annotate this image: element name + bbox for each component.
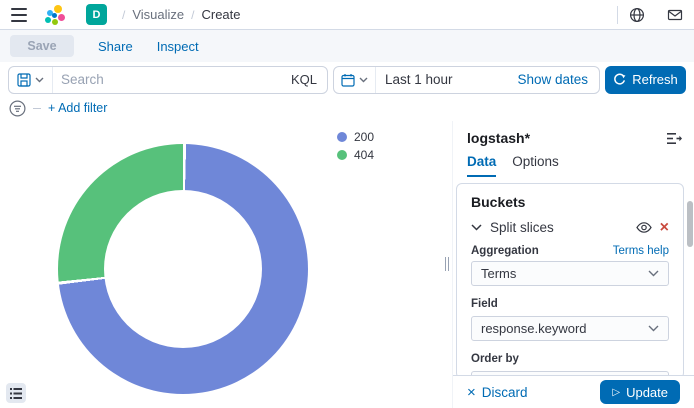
toggle-visibility-button[interactable] bbox=[636, 222, 652, 233]
chevron-down-icon bbox=[648, 325, 659, 332]
chevron-down-icon bbox=[35, 77, 44, 83]
tab-options[interactable]: Options bbox=[512, 154, 559, 177]
buckets-card: Buckets Split slices × bbox=[456, 183, 684, 379]
buckets-title: Buckets bbox=[471, 194, 669, 210]
chevron-down-icon[interactable] bbox=[471, 224, 482, 231]
newsfeed-button[interactable] bbox=[656, 0, 694, 29]
space-badge[interactable]: D bbox=[86, 4, 107, 25]
field-select[interactable]: response.keyword bbox=[471, 316, 669, 341]
collapse-panel-button[interactable] bbox=[667, 132, 682, 145]
eye-icon bbox=[636, 222, 652, 233]
legend-item[interactable]: 200 bbox=[337, 130, 374, 144]
close-icon: × bbox=[660, 222, 669, 234]
aggregation-value: Terms bbox=[481, 266, 648, 281]
vis-editor-panel: logstash* Data Options Buckets bbox=[452, 121, 694, 408]
update-button[interactable]: ▷ Update bbox=[600, 380, 680, 404]
legend-toggle-button[interactable] bbox=[6, 383, 26, 403]
visualize-toolbar: Save Share Inspect bbox=[0, 30, 694, 62]
chart-area: 200404 bbox=[0, 121, 452, 408]
play-icon: ▷ bbox=[612, 387, 620, 398]
menu-icon[interactable] bbox=[0, 0, 38, 29]
save-query-icon bbox=[17, 73, 31, 87]
breadcrumb-create: Create bbox=[201, 7, 240, 22]
panel-resizer-handle[interactable] bbox=[441, 256, 452, 272]
elastic-logo[interactable] bbox=[38, 0, 72, 29]
editor-tabs: Data Options bbox=[453, 146, 694, 177]
query-bar: KQL bbox=[8, 66, 328, 94]
kibana-visualize-app: D / Visualize / Create bbox=[0, 0, 694, 408]
header-right bbox=[617, 0, 694, 29]
list-icon bbox=[10, 388, 22, 399]
legend-label: 200 bbox=[354, 130, 374, 144]
save-button[interactable]: Save bbox=[10, 35, 74, 57]
search-input[interactable] bbox=[53, 72, 281, 87]
field-value: response.keyword bbox=[481, 321, 648, 336]
breadcrumb: Visualize / Create bbox=[132, 7, 240, 22]
remove-bucket-button[interactable]: × bbox=[660, 222, 669, 234]
donut-chart[interactable] bbox=[58, 144, 308, 394]
panel-scrollbar[interactable] bbox=[687, 201, 693, 247]
share-button[interactable]: Share bbox=[98, 39, 133, 54]
legend-dot-icon bbox=[337, 132, 347, 142]
saved-query-menu-button[interactable] bbox=[9, 67, 53, 93]
index-pattern-title: logstash* bbox=[467, 130, 530, 146]
filter-menu-icon bbox=[9, 100, 26, 117]
aggregation-select[interactable]: Terms bbox=[471, 261, 669, 286]
aggregation-label: Aggregation bbox=[471, 245, 539, 257]
aggregation-label-row: Aggregation Terms help bbox=[471, 245, 669, 257]
discard-button[interactable]: × Discard bbox=[467, 384, 528, 401]
breadcrumb-separator: / bbox=[122, 8, 125, 22]
editor-panel-header: logstash* bbox=[453, 121, 694, 146]
chevron-down-icon bbox=[648, 270, 659, 277]
discard-label: Discard bbox=[482, 385, 528, 400]
tab-data[interactable]: Data bbox=[467, 154, 496, 177]
close-icon: × bbox=[467, 384, 476, 401]
legend-item[interactable]: 404 bbox=[337, 148, 374, 162]
donut-hole bbox=[104, 190, 262, 348]
legend-label: 404 bbox=[354, 148, 374, 162]
chevron-down-icon bbox=[359, 77, 368, 83]
order-by-label: Order by bbox=[471, 353, 519, 365]
update-label: Update bbox=[626, 385, 668, 400]
refresh-label: Refresh bbox=[632, 72, 678, 87]
split-slices-row: Split slices × bbox=[471, 220, 669, 235]
legend-dot-icon bbox=[337, 150, 347, 160]
query-row: KQL Last 1 hour Show dates bbox=[0, 62, 694, 95]
calendar-icon bbox=[341, 73, 355, 87]
field-label: Field bbox=[471, 298, 498, 310]
main-content: 200404 logstash* bbox=[0, 121, 694, 408]
app-header: D / Visualize / Create bbox=[0, 0, 694, 30]
refresh-button[interactable]: Refresh bbox=[605, 66, 686, 94]
refresh-icon bbox=[613, 73, 626, 86]
time-range-value[interactable]: Last 1 hour bbox=[376, 72, 453, 87]
collapse-right-icon bbox=[667, 132, 682, 145]
filter-bar: + Add filter bbox=[0, 95, 694, 121]
show-dates-button[interactable]: Show dates bbox=[517, 72, 599, 87]
filter-divider bbox=[33, 108, 41, 109]
envelope-icon bbox=[667, 7, 683, 23]
split-slices-label[interactable]: Split slices bbox=[490, 220, 628, 235]
terms-help-link[interactable]: Terms help bbox=[613, 245, 669, 257]
help-globe-button[interactable] bbox=[618, 0, 656, 29]
date-quick-select-button[interactable] bbox=[334, 67, 376, 93]
chart-legend: 200404 bbox=[337, 130, 374, 162]
filter-options-button[interactable] bbox=[9, 100, 26, 117]
add-filter-button[interactable]: + Add filter bbox=[48, 101, 107, 115]
date-picker: Last 1 hour Show dates bbox=[333, 66, 600, 94]
breadcrumb-separator: / bbox=[191, 8, 194, 22]
hamburger-icon bbox=[11, 8, 27, 22]
inspect-button[interactable]: Inspect bbox=[157, 39, 199, 54]
elastic-logo-cluster-icon bbox=[45, 5, 65, 25]
editor-action-bar: × Discard ▷ Update bbox=[453, 375, 694, 408]
breadcrumb-visualize[interactable]: Visualize bbox=[132, 7, 184, 22]
globe-icon bbox=[629, 7, 645, 23]
kql-language-button[interactable]: KQL bbox=[281, 72, 327, 87]
